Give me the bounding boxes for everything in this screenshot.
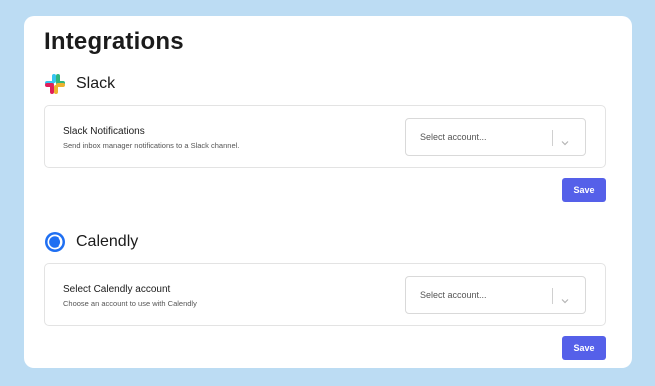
chevron-down-icon[interactable] [560,292,570,304]
slack-logo-icon [44,73,66,95]
slack-notifications-card: Slack Notifications Send inbox manager n… [44,105,606,168]
calendly-logo-icon [44,231,66,253]
select-separator [552,130,553,146]
slack-select-placeholder: Select account... [420,132,487,142]
chevron-down-icon[interactable] [560,134,570,146]
calendly-save-button[interactable]: Save [562,336,606,360]
select-separator [552,288,553,304]
slack-section-title: Slack [76,75,116,92]
calendly-account-card: Select Calendly account Choose an accoun… [44,263,606,326]
calendly-section-title: Calendly [76,233,139,250]
slack-save-button[interactable]: Save [562,178,606,202]
slack-card-title: Slack Notifications [63,126,145,137]
slack-account-select[interactable]: Select account... [405,118,586,156]
page-title: Integrations [44,28,184,55]
slack-card-description: Send inbox manager notifications to a Sl… [63,141,240,150]
integrations-panel: Integrations Slack Slack Notifications S… [24,16,632,368]
calendly-section-header: Calendly [44,230,138,254]
calendly-card-description: Choose an account to use with Calendly [63,299,197,308]
calendly-card-title: Select Calendly account [63,284,171,295]
slack-section-header: Slack [44,72,115,96]
calendly-account-select[interactable]: Select account... [405,276,586,314]
calendly-select-placeholder: Select account... [420,290,487,300]
